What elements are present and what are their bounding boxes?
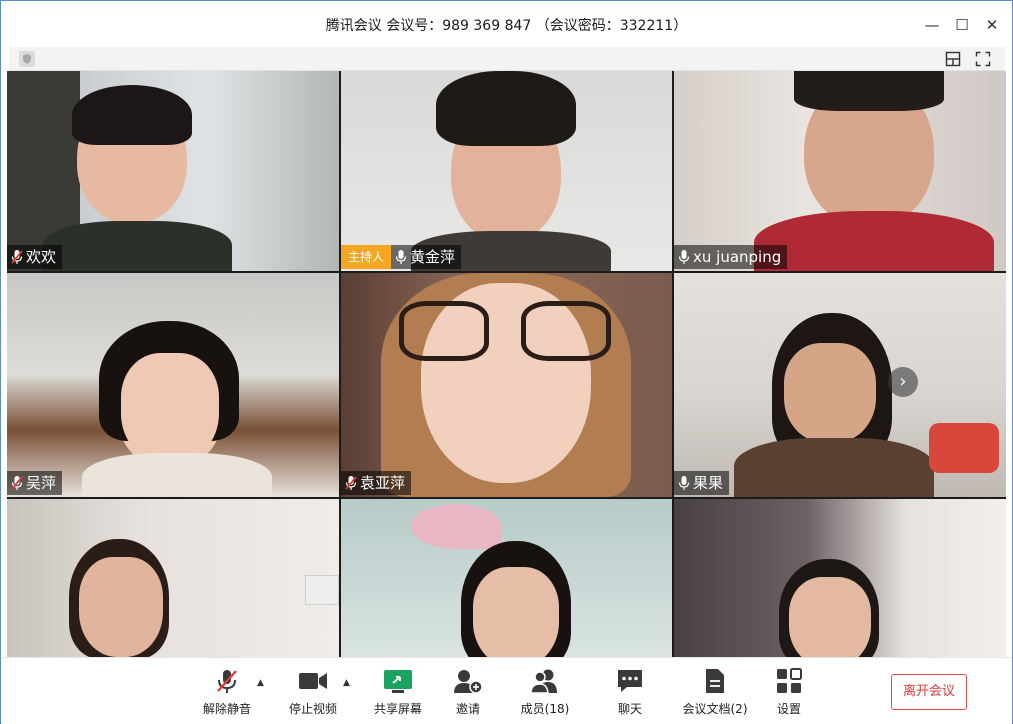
mic-muted-icon [11,250,23,264]
video-tile-3[interactable]: xu juanping [674,71,1006,271]
participant-name: 果果 [693,474,724,492]
mic-icon [678,250,690,264]
chat-label: 聊天 [617,702,642,716]
participant-name: 欢欢 [26,248,57,266]
share-screen-button[interactable]: 共享屏幕 [358,668,438,717]
participant-label: 欢欢 [7,245,63,269]
mic-muted-icon [11,476,23,490]
add-user-icon [454,670,483,694]
top-toolbar [9,47,1005,71]
host-badge: 主持人 [341,245,391,269]
next-page-button[interactable]: › [888,367,918,397]
close-button[interactable]: ✕ [981,14,1003,36]
stop-video-label: 停止视频 [288,702,337,716]
document-icon [706,669,724,693]
video-options-caret[interactable]: ▲ [343,678,353,688]
layout-switch-icon[interactable] [945,51,961,67]
members-icon [530,669,557,694]
settings-grid-icon [777,668,802,693]
participant-label: 吴萍 [7,471,63,495]
video-tile-4[interactable]: 吴萍 [7,273,339,497]
participant-name: 袁亚萍 [360,474,406,492]
participant-label: 果果 [674,471,730,495]
mic-icon [395,250,407,264]
video-tile-7[interactable] [7,499,339,657]
participant-label: 黄金萍 [391,245,462,269]
video-grid: 欢欢 主持人 黄金萍 xu juanping 吴萍 袁亚萍 › 果果 [7,71,1006,657]
meeting-toolbar: 解除静音 ▲ 停止视频 ▲ 共享屏幕 邀请 成员(18) 聊天 会议文档(2) … [1,657,1012,724]
video-tile-6[interactable]: › 果果 [674,273,1006,497]
share-screen-icon [384,670,412,693]
settings-label: 设置 [776,702,801,716]
participant-name: 吴萍 [26,474,57,492]
invite-button[interactable]: 邀请 [428,668,508,717]
window-title: 腾讯会议 会议号：989 369 847 （会议密码：332211） [325,18,688,34]
mic-muted-icon [217,670,237,693]
video-tile-9[interactable] [674,499,1006,657]
share-screen-label: 共享屏幕 [373,702,422,716]
documents-label: 会议文档(2) [682,702,748,716]
participant-name: 黄金萍 [410,248,456,266]
minimize-button[interactable]: — [921,14,943,36]
stop-video-button[interactable]: 停止视频 [273,668,353,717]
video-tile-1[interactable]: 欢欢 [7,71,339,271]
video-tile-8[interactable] [341,499,672,657]
meeting-window: 腾讯会议 会议号：989 369 847 （会议密码：332211） — ☐ ✕ [0,0,1013,724]
chat-button[interactable]: 聊天 [590,668,670,717]
invite-label: 邀请 [455,702,480,716]
members-button[interactable]: 成员(18) [505,668,585,717]
unmute-label: 解除静音 [202,702,251,716]
leave-meeting-button[interactable]: 离开会议 [891,674,967,710]
settings-button[interactable]: 设置 [749,668,829,717]
members-label: 成员(18) [520,702,570,716]
video-camera-icon [299,673,327,689]
mic-muted-icon [345,476,357,490]
audio-options-caret[interactable]: ▲ [257,678,267,688]
participant-name: xu juanping [693,248,782,266]
mic-icon [678,476,690,490]
participant-label: xu juanping [674,245,788,269]
chat-icon [618,670,642,692]
video-tile-2[interactable]: 主持人 黄金萍 [341,71,672,271]
video-tile-5[interactable]: 袁亚萍 [341,273,672,497]
unmute-button[interactable]: 解除静音 [187,668,267,717]
title-bar: 腾讯会议 会议号：989 369 847 （会议密码：332211） — ☐ ✕ [1,1,1012,47]
participant-label: 袁亚萍 [341,471,412,495]
documents-button[interactable]: 会议文档(2) [675,668,755,717]
maximize-button[interactable]: ☐ [951,14,973,36]
shield-icon[interactable] [19,51,35,67]
fullscreen-icon[interactable] [975,51,991,67]
